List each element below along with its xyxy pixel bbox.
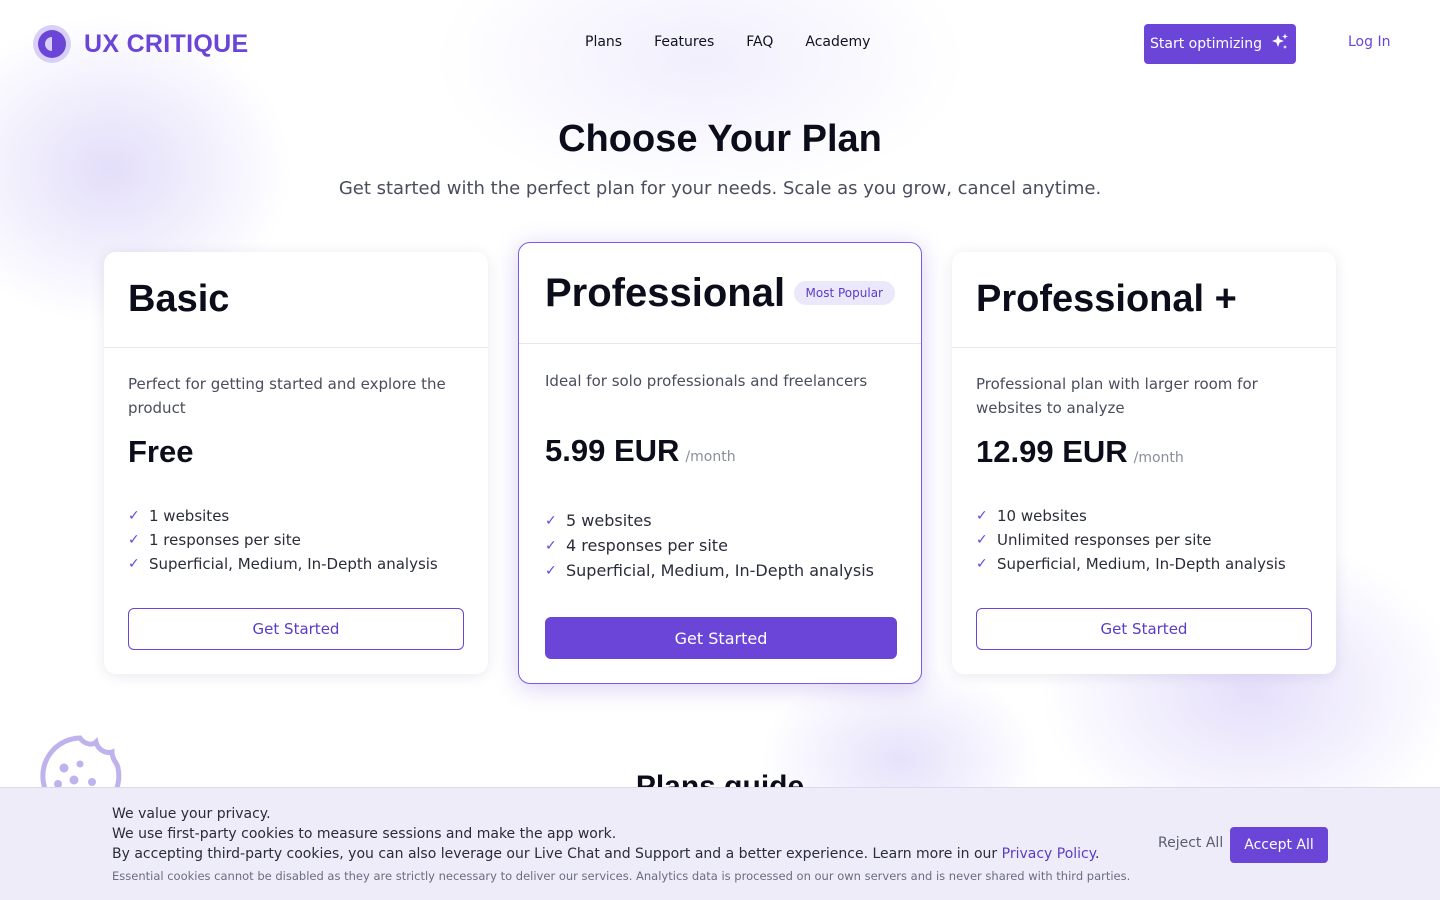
main-nav: Plans Features FAQ Academy: [585, 34, 870, 50]
get-started-button-professional-plus[interactable]: Get Started: [976, 608, 1312, 650]
feature-item: ✓ 4 responses per site: [545, 533, 874, 558]
check-icon: ✓: [976, 532, 988, 548]
cookie-line-2: We use first-party cookies to measure se…: [112, 826, 617, 842]
cookie-fine-print: Essential cookies cannot be disabled as …: [112, 869, 1131, 883]
feature-text: Unlimited responses per site: [997, 531, 1212, 549]
feature-list: ✓ 5 websites ✓ 4 responses per site ✓ Super…: [545, 508, 874, 583]
feature-item: ✓ Superficial, Medium, In-Depth analysis: [545, 558, 874, 583]
nav-item-features[interactable]: Features: [654, 34, 714, 50]
cookie-line-1: We value your privacy.: [112, 806, 271, 822]
cookie-banner: We value your privacy. We use first-part…: [0, 787, 1440, 900]
start-optimizing-label: Start optimizing: [1149, 36, 1262, 52]
plan-card-header: Basic: [104, 252, 488, 348]
check-icon: ✓: [545, 562, 557, 579]
cookie-line-3-text: By accepting third-party cookies, you ca…: [112, 846, 1002, 862]
nav-item-academy[interactable]: Academy: [805, 34, 870, 50]
price-value: 5.99 EUR: [545, 433, 680, 468]
cookie-line-3: By accepting third-party cookies, you ca…: [112, 844, 1100, 864]
feature-item: ✓ 1 responses per site: [128, 528, 438, 552]
check-icon: ✓: [545, 512, 557, 529]
start-optimizing-button[interactable]: Start optimizing: [1144, 24, 1296, 64]
feature-text: 1 websites: [149, 507, 230, 525]
nav-item-plans[interactable]: Plans: [585, 34, 622, 50]
feature-item: ✓ 5 websites: [545, 508, 874, 533]
check-icon: ✓: [976, 556, 988, 572]
plan-card-basic: Basic Perfect for getting started and ex…: [104, 252, 488, 674]
plan-description: Professional plan with larger room for w…: [976, 375, 1258, 417]
feature-text: 10 websites: [997, 507, 1087, 525]
plan-price: 5.99 EUR /month: [545, 433, 736, 469]
feature-text: 1 responses per site: [149, 531, 301, 549]
check-icon: ✓: [128, 508, 140, 524]
feature-item: ✓ 1 websites: [128, 504, 438, 528]
cookie-message: We value your privacy. We use first-part…: [112, 804, 1100, 864]
most-popular-badge: Most Popular: [793, 281, 895, 305]
logo[interactable]: UX CRITIQUE: [32, 24, 248, 64]
feature-item: ✓ Superficial, Medium, In-Depth analysis: [128, 552, 438, 576]
check-icon: ✓: [976, 508, 988, 524]
feature-item: ✓ Superficial, Medium, In-Depth analysis: [976, 552, 1286, 576]
plan-card-header: Professional +: [952, 252, 1336, 348]
plan-name: Professional: [545, 271, 786, 315]
sparkles-icon: [1270, 32, 1290, 56]
feature-list: ✓ 1 websites ✓ 1 responses per site ✓ Super…: [128, 504, 438, 576]
plan-card-professional-plus: Professional + Professional plan with la…: [952, 252, 1336, 674]
feature-item: ✓ 10 websites: [976, 504, 1286, 528]
check-icon: ✓: [128, 556, 140, 572]
page-subtitle: Get started with the perfect plan for yo…: [338, 178, 1102, 199]
plan-price: 12.99 EUR /month: [976, 434, 1184, 470]
plan-card-header: Professional Most Popular: [519, 243, 921, 344]
accept-all-button[interactable]: Accept All: [1230, 827, 1328, 863]
site-header: UX CRITIQUE Plans Features FAQ Academy S…: [0, 0, 1440, 86]
plan-name: Professional +: [976, 278, 1237, 320]
price-value: Free: [128, 434, 194, 469]
check-icon: ✓: [128, 532, 140, 548]
plan-description: Ideal for solo professionals and freelan…: [545, 372, 868, 390]
check-icon: ✓: [545, 537, 557, 554]
logo-icon: [32, 24, 72, 64]
feature-item: ✓ Unlimited responses per site: [976, 528, 1286, 552]
feature-text: Superficial, Medium, In-Depth analysis: [997, 555, 1286, 573]
nav-item-faq[interactable]: FAQ: [746, 34, 773, 50]
plan-price: Free: [128, 434, 193, 470]
plan-description: Perfect for getting started and explore …: [128, 375, 446, 417]
price-value: 12.99 EUR: [976, 434, 1128, 469]
price-period: /month: [1133, 450, 1184, 466]
get-started-button-basic[interactable]: Get Started: [128, 608, 464, 650]
feature-text: Superficial, Medium, In-Depth analysis: [149, 555, 438, 573]
get-started-button-professional[interactable]: Get Started: [545, 617, 897, 659]
price-period: /month: [685, 449, 736, 465]
plan-card-professional: Professional Most Popular Ideal for solo…: [518, 242, 922, 684]
plan-name: Basic: [128, 278, 230, 320]
login-link[interactable]: Log In: [1348, 34, 1390, 50]
cookie-line-3-end: .: [1095, 846, 1100, 862]
page-title: Choose Your Plan: [558, 118, 882, 160]
privacy-policy-link[interactable]: Privacy Policy: [1002, 846, 1095, 862]
reject-all-button[interactable]: Reject All: [1158, 835, 1223, 851]
feature-text: 4 responses per site: [566, 536, 728, 555]
feature-text: Superficial, Medium, In-Depth analysis: [566, 561, 874, 580]
feature-list: ✓ 10 websites ✓ Unlimited responses per si…: [976, 504, 1286, 576]
brand-name: UX CRITIQUE: [84, 29, 249, 58]
feature-text: 5 websites: [566, 511, 652, 530]
